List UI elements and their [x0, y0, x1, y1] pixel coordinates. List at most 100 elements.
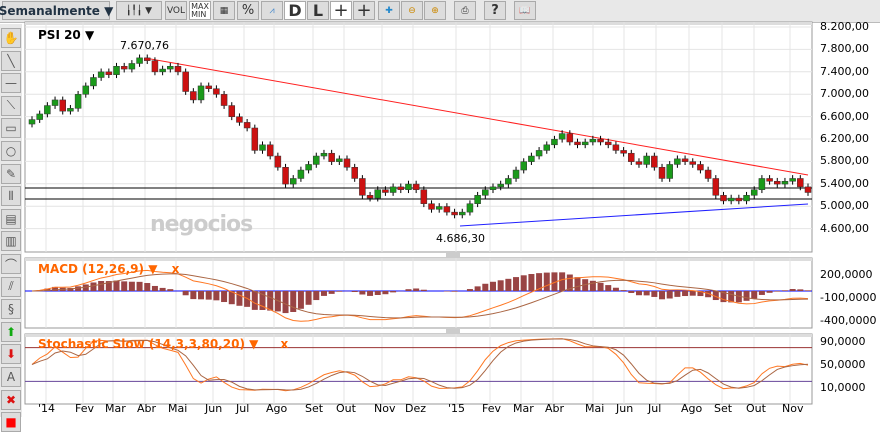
candle [736, 198, 742, 201]
candle [236, 117, 242, 123]
stoch-close-button[interactable]: x [281, 337, 289, 351]
candle [367, 195, 373, 198]
candle [29, 120, 35, 124]
candle [98, 72, 104, 78]
macd-histogram-bar [152, 286, 158, 291]
candle [375, 190, 381, 198]
macd-histogram-bar [767, 291, 773, 293]
stoch-tick: 90,0000 [820, 335, 866, 348]
macd-histogram-bar [221, 291, 227, 302]
macd-histogram-bar [751, 291, 757, 298]
candle [198, 86, 204, 100]
candle [436, 207, 442, 210]
price-tick: 8.200,00 [820, 20, 869, 33]
symbol-select[interactable]: PSI 20 ▼ [38, 28, 94, 42]
candle [106, 72, 112, 75]
candle [636, 162, 642, 165]
max-label: 7.670,76 [120, 39, 169, 52]
candle [114, 66, 120, 74]
macd-close-button[interactable]: x [172, 262, 180, 276]
macd-histogram-bar [160, 288, 166, 291]
macd-histogram-bar [790, 289, 796, 291]
x-tick: Mar [105, 402, 126, 415]
candle [575, 142, 581, 145]
panel-top-border [25, 258, 812, 261]
candle [797, 178, 803, 186]
min-label: 4.686,30 [436, 232, 485, 245]
macd-histogram-bar [98, 281, 104, 291]
stoch-tick: 50,0000 [820, 358, 866, 371]
candle [359, 178, 365, 195]
candle [129, 63, 135, 69]
macd-histogram-bar [559, 272, 565, 291]
x-tick: Dez [405, 402, 426, 415]
price-tick: 7.400,00 [820, 65, 869, 78]
candle [75, 94, 81, 108]
candle [152, 61, 158, 72]
macd-histogram-bar [114, 281, 120, 291]
candle [559, 134, 565, 140]
macd-tick: 200,0000 [820, 268, 873, 281]
candle [83, 86, 89, 94]
macd-histogram-bar [183, 291, 189, 295]
macd-histogram-bar [137, 282, 143, 291]
price-tick: 5.800,00 [820, 154, 869, 167]
candle [344, 159, 350, 167]
panel-resize-handle[interactable] [446, 252, 460, 257]
candle [67, 108, 73, 111]
candle [744, 195, 750, 201]
macd-histogram-bar [206, 291, 212, 300]
x-tick: '14 [38, 402, 55, 415]
price-tick: 7.800,00 [820, 42, 869, 55]
candle [551, 139, 557, 145]
stoch-title[interactable]: Stochastic Slow (14,3,3,80,20) ▼ x [38, 337, 288, 351]
macd-histogram-bar [413, 288, 419, 291]
x-tick: Ago [266, 402, 287, 415]
panel-resize-handle[interactable] [446, 328, 460, 333]
candle [221, 94, 227, 105]
candle [37, 114, 43, 120]
macd-histogram-bar [744, 291, 750, 301]
candle [137, 58, 143, 64]
macd-histogram-bar [313, 291, 319, 300]
candle [283, 167, 289, 184]
x-tick: Jun [205, 402, 222, 415]
x-tick: Jul [648, 402, 661, 415]
macd-histogram-bar [505, 279, 511, 291]
candle [705, 170, 711, 178]
macd-histogram-bar [774, 291, 780, 292]
x-tick: Nov [782, 402, 803, 415]
candle [429, 204, 435, 210]
macd-histogram-bar [651, 291, 657, 297]
candle [405, 184, 411, 190]
macd-histogram-bar [405, 289, 411, 291]
candle [697, 164, 703, 170]
candle [121, 66, 127, 69]
candle [674, 159, 680, 165]
macd-histogram-bar [490, 282, 496, 291]
price-tick: 6.200,00 [820, 132, 869, 145]
candle [444, 207, 450, 213]
candle [52, 100, 58, 106]
chart-canvas[interactable] [0, 0, 880, 417]
stoch-tick: 10,0000 [820, 381, 866, 394]
candle [244, 122, 250, 128]
x-tick: Mai [168, 402, 187, 415]
candle [267, 145, 273, 156]
macd-histogram-bar [190, 291, 196, 299]
macd-histogram-bar [298, 291, 304, 309]
macd-histogram-bar [605, 285, 611, 291]
candle [390, 187, 396, 193]
candle [206, 86, 212, 89]
symbol-label: PSI 20 [38, 28, 81, 42]
macd-title[interactable]: MACD (12,26,9) ▼ x [38, 262, 179, 276]
candle [475, 195, 481, 203]
macd-histogram-bar [321, 291, 327, 296]
x-tick: Set [714, 402, 732, 415]
macd-histogram-bar [682, 291, 688, 296]
x-tick: Abr [137, 402, 156, 415]
x-tick: Out [336, 402, 356, 415]
candle [421, 190, 427, 204]
macd-histogram-bar [513, 277, 519, 291]
candle [728, 198, 734, 201]
